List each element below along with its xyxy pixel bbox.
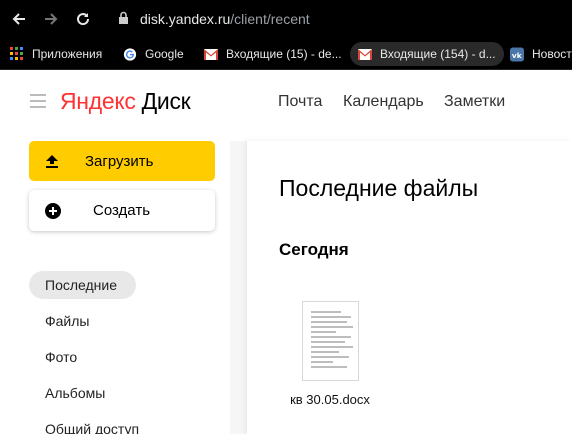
bookmark-google[interactable]: Google xyxy=(123,42,184,66)
yandex-disk-app: Яндекс Диск Почта Календарь Заметки Загр… xyxy=(0,70,572,434)
bookmark-inbox-15[interactable]: Входящие (15) - de... xyxy=(204,42,342,66)
upload-button-label: Загрузить xyxy=(85,152,154,170)
browser-toolbar: disk.yandex.ru/client/recent xyxy=(0,0,572,38)
logo-yandex: Яндекс xyxy=(60,88,136,114)
bookmark-label: Входящие (154) - d... xyxy=(380,47,496,61)
bookmark-apps[interactable]: Приложения xyxy=(10,42,102,66)
bookmark-label: Входящие (15) - de... xyxy=(226,47,342,61)
plus-circle-icon xyxy=(45,202,61,219)
sidebar-item-shared[interactable]: Общий доступ xyxy=(29,415,139,434)
content-gutter xyxy=(230,141,247,434)
nav-mail[interactable]: Почта xyxy=(278,93,322,111)
upload-icon xyxy=(45,154,59,168)
bookmarks-bar: Приложения Google Входящие (15) - de... … xyxy=(0,38,572,70)
reload-icon[interactable] xyxy=(72,8,94,30)
logo[interactable]: Яндекс Диск xyxy=(60,88,191,115)
section-heading-today: Сегодня xyxy=(279,240,349,259)
svg-text:vk: vk xyxy=(512,50,523,59)
logo-disk: Диск xyxy=(135,88,191,114)
bookmark-label: Новост xyxy=(532,47,572,61)
bookmark-label: Google xyxy=(145,47,184,61)
bookmark-inbox-154[interactable]: Входящие (154) - d... xyxy=(350,42,504,66)
file-name: кв 30.05.docx xyxy=(290,392,370,407)
apps-grid-icon xyxy=(10,47,24,61)
url-path: /client/recent xyxy=(230,11,310,27)
document-thumbnail xyxy=(302,301,359,381)
content-panel: Последние файлы Сегодня кв 30.05.docx xyxy=(247,141,572,434)
upload-button[interactable]: Загрузить xyxy=(29,141,215,181)
sidebar-item-photos[interactable]: Фото xyxy=(29,343,77,371)
gmail-icon xyxy=(204,47,218,61)
lock-icon xyxy=(118,11,129,30)
create-button-label: Создать xyxy=(93,202,151,219)
vk-icon: vk xyxy=(510,47,524,61)
create-button[interactable]: Создать xyxy=(29,190,215,231)
sidebar-item-files[interactable]: Файлы xyxy=(29,307,89,335)
menu-icon[interactable] xyxy=(30,94,46,108)
gmail-icon xyxy=(358,47,372,61)
google-icon xyxy=(123,47,137,61)
forward-icon[interactable] xyxy=(40,8,62,30)
url-host: disk.yandex.ru xyxy=(140,11,231,27)
address-bar[interactable]: disk.yandex.ru/client/recent xyxy=(140,11,310,27)
back-icon[interactable] xyxy=(8,8,30,30)
nav-calendar[interactable]: Календарь xyxy=(343,93,424,111)
bookmark-label: Приложения xyxy=(32,47,103,61)
bookmark-vk[interactable]: vk Новост xyxy=(510,42,572,66)
page-title: Последние файлы xyxy=(279,175,479,201)
nav-notes[interactable]: Заметки xyxy=(444,93,505,111)
sidebar-item-albums[interactable]: Альбомы xyxy=(29,379,105,407)
sidebar-item-recent[interactable]: Последние xyxy=(29,271,136,299)
